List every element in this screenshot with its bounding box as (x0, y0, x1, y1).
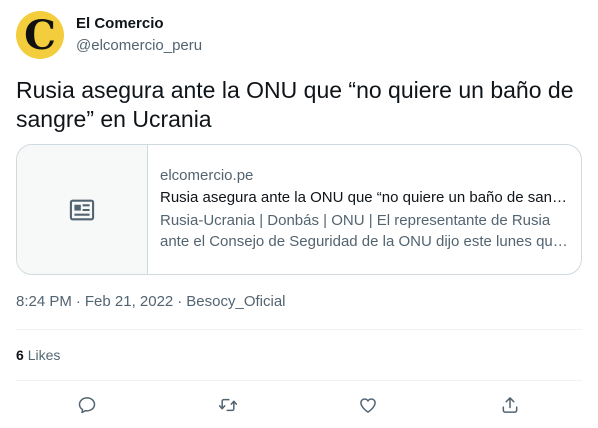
avatar[interactable]: C (16, 11, 64, 59)
avatar-logo: C (24, 12, 56, 59)
likes-count: 6 (16, 347, 24, 363)
tweet-source[interactable]: Besocy_Oficial (186, 293, 285, 310)
likes-stat[interactable]: 6 Likes (16, 345, 60, 365)
tweet-header: C El Comercio @elcomercio_peru (16, 11, 202, 59)
retweet-button[interactable] (215, 392, 241, 418)
card-media (17, 145, 148, 274)
likes-label: Likes (27, 347, 61, 363)
card-domain: elcomercio.pe (160, 167, 254, 184)
share-icon (502, 397, 518, 413)
tweet-meta: 8:24 PM · Feb 21, 2022 · Besocy_Oficial (16, 292, 286, 312)
card-title: Rusia asegura ante la ONU que “no quiere… (160, 189, 569, 206)
action-bar (0, 392, 598, 418)
reply-button[interactable] (74, 392, 100, 418)
retweet-icon (218, 398, 238, 412)
tweet-text: Rusia asegura ante la ONU que “no quiere… (16, 77, 574, 132)
like-button[interactable] (355, 392, 381, 418)
meta-separator: · (75, 293, 81, 310)
newspaper-icon (69, 199, 95, 220)
tweet-time[interactable]: 8:24 PM (16, 293, 72, 310)
meta-separator: · (177, 293, 183, 310)
author-handle[interactable]: @elcomercio_peru (76, 36, 202, 56)
divider (16, 380, 582, 381)
author-display-name[interactable]: El Comercio (76, 14, 202, 34)
reply-icon (78, 397, 96, 414)
share-button[interactable] (497, 392, 523, 418)
card-body: elcomercio.pe Rusia asegura ante la ONU … (148, 145, 581, 274)
divider (16, 329, 582, 330)
link-card[interactable]: elcomercio.pe Rusia asegura ante la ONU … (16, 144, 582, 275)
heart-icon (360, 398, 376, 413)
card-description: Rusia-Ucrania | Donbás | ONU | El repres… (160, 212, 562, 250)
tweet-date[interactable]: Feb 21, 2022 (85, 293, 173, 310)
author-names: El Comercio @elcomercio_peru (76, 14, 202, 56)
